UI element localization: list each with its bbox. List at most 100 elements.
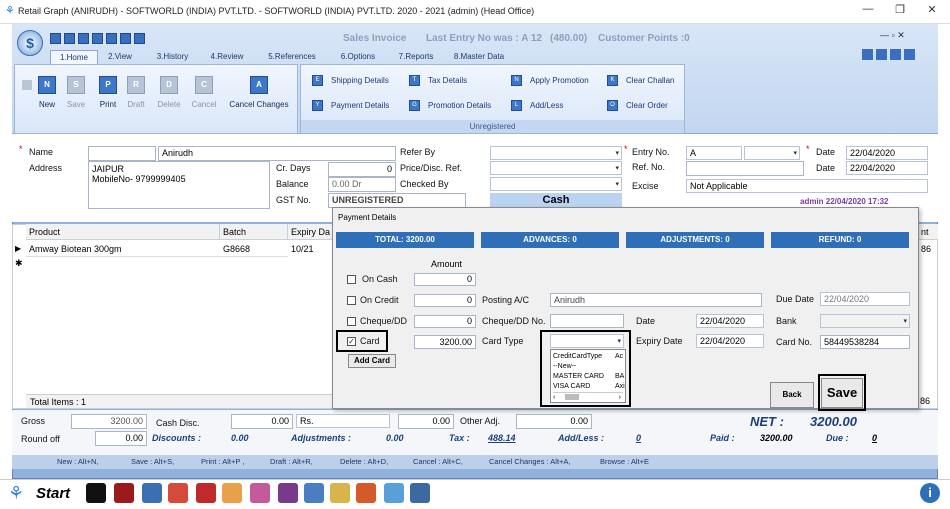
taskbar-app-icon[interactable] xyxy=(168,483,188,503)
address-field[interactable]: JAIPUR MobileNo- 9799999405 xyxy=(88,161,270,209)
tax-details-link[interactable]: T Tax Details xyxy=(409,75,489,87)
bank-select[interactable]: ▾ xyxy=(820,314,910,328)
name-code-field[interactable] xyxy=(88,146,156,161)
expiry-date-field[interactable]: 22/04/2020 xyxy=(696,334,764,348)
cash-disc-field[interactable]: 0.00 xyxy=(231,414,293,429)
cell-amount[interactable]: 86 xyxy=(918,242,936,256)
start-button[interactable]: ⚘ Start xyxy=(6,481,80,507)
adjustments-tab[interactable]: ADJUSTMENTS: 0 xyxy=(626,232,764,248)
dialog-save-button[interactable]: Save xyxy=(821,378,863,408)
checked-by-select[interactable]: ▾ xyxy=(490,177,622,191)
save-icon[interactable] xyxy=(890,49,901,60)
add-less-link[interactable]: L Add/Less xyxy=(511,100,581,112)
tab-home[interactable]: 1.Home xyxy=(50,50,98,64)
scroll-thumb[interactable] xyxy=(565,394,579,400)
print-button[interactable]: P Print xyxy=(96,76,120,109)
quick-access-button[interactable] xyxy=(78,33,89,44)
tab-references[interactable]: 5.References xyxy=(262,50,322,64)
tab-review[interactable]: 4.Review xyxy=(205,50,249,64)
add-less-value-link[interactable]: 0 xyxy=(636,433,641,443)
quick-access-button[interactable] xyxy=(120,33,131,44)
card-amount[interactable]: 3200.00 xyxy=(414,335,476,349)
cr-days-field[interactable]: 0 xyxy=(328,162,396,177)
refer-by-select[interactable]: ▾ xyxy=(490,146,622,160)
due-date-field[interactable]: 22/04/2020 xyxy=(820,292,910,306)
restore-button[interactable]: ❐ xyxy=(890,3,910,19)
col-expiry-header[interactable]: Expiry Da xyxy=(288,224,336,240)
minimize-button[interactable]: — xyxy=(858,3,878,19)
cash-disc-amount-field[interactable]: 0.00 xyxy=(398,414,454,429)
other-adj-field[interactable]: 0.00 xyxy=(516,414,592,429)
posting-ac-field[interactable]: Anirudh xyxy=(550,293,762,307)
cell-expiry[interactable]: 10/21 xyxy=(288,242,332,256)
taskbar-app-icon[interactable] xyxy=(410,483,430,503)
add-card-button[interactable]: Add Card xyxy=(348,354,396,368)
taskbar-app-icon[interactable] xyxy=(196,483,216,503)
shipping-details-link[interactable]: E Shipping Details xyxy=(312,75,402,87)
cancel-button[interactable]: C Cancel xyxy=(188,76,220,109)
taskbar-app-icon[interactable] xyxy=(356,483,376,503)
clear-challan-link[interactable]: K Clear Challan xyxy=(607,75,683,87)
tab-options[interactable]: 6.Options xyxy=(335,50,381,64)
price-disc-select[interactable]: ▾ xyxy=(490,161,622,175)
ref-date-field[interactable]: 22/04/2020 xyxy=(846,161,928,175)
card-type-option[interactable]: MASTER CARD BA xyxy=(553,372,624,382)
settings-icon[interactable] xyxy=(876,49,887,60)
advances-tab[interactable]: ADVANCES: 0 xyxy=(481,232,619,248)
on-cash-checkbox[interactable] xyxy=(347,275,356,284)
cheque-checkbox[interactable] xyxy=(347,317,356,326)
quick-access-button[interactable] xyxy=(64,33,75,44)
due-value-link[interactable]: 0 xyxy=(872,433,877,443)
ref-no-field[interactable] xyxy=(686,161,804,176)
excise-select[interactable]: Not Applicable xyxy=(686,179,928,193)
tab-history[interactable]: 3.History xyxy=(150,50,195,64)
card-type-option[interactable]: VISA CARD Axi xyxy=(553,382,625,392)
card-no-field[interactable]: 58449538284 xyxy=(820,335,910,349)
cheque-date-field[interactable]: 22/04/2020 xyxy=(696,314,764,328)
cheque-no-field[interactable] xyxy=(550,314,624,328)
card-checkbox[interactable]: ✓ xyxy=(347,337,356,346)
cheque-amount[interactable]: 0 xyxy=(414,315,476,328)
promotion-details-link[interactable]: G Promotion Details xyxy=(409,100,499,112)
cash-mode-badge[interactable]: Cash xyxy=(490,193,622,207)
tax-value-link[interactable]: 488.14 xyxy=(488,433,516,443)
tab-view[interactable]: 2.View xyxy=(102,50,138,64)
new-button[interactable]: N New xyxy=(36,76,58,109)
refund-tab[interactable]: REFUND: 0 xyxy=(771,232,909,248)
cancel-changes-button[interactable]: A Cancel Changes xyxy=(226,76,292,109)
taskbar-app-icon[interactable] xyxy=(114,483,134,503)
card-type-option[interactable]: CreditCardType Ac xyxy=(553,352,623,362)
on-cash-amount[interactable]: 0 xyxy=(414,273,476,286)
taskbar-app-icon[interactable] xyxy=(330,483,350,503)
card-type-select[interactable]: ▾ xyxy=(550,334,624,348)
quick-access-button[interactable] xyxy=(134,33,145,44)
round-off-field[interactable]: 0.00 xyxy=(95,431,147,446)
clear-order-link[interactable]: O Clear Order xyxy=(607,100,677,112)
total-tab[interactable]: TOTAL: 3200.00 xyxy=(336,232,474,248)
invoice-date-field[interactable]: 22/04/2020 xyxy=(846,146,928,160)
calendar-icon[interactable] xyxy=(904,49,915,60)
apply-promotion-link[interactable]: N Apply Promotion xyxy=(511,75,601,87)
taskbar-app-icon[interactable] xyxy=(222,483,242,503)
help-icon[interactable] xyxy=(862,49,873,60)
save-button[interactable]: S Save xyxy=(64,76,88,109)
taskbar-app-icon[interactable] xyxy=(142,483,162,503)
cash-disc-unit-select[interactable]: Rs. xyxy=(296,414,390,428)
taskbar-app-icon[interactable] xyxy=(278,483,298,503)
quick-access-button[interactable] xyxy=(106,33,117,44)
cell-product[interactable]: Amway Biotean 300gm xyxy=(26,242,220,257)
close-button[interactable]: ✕ xyxy=(922,3,942,19)
taskbar-app-icon[interactable] xyxy=(250,483,270,503)
col-batch-header[interactable]: Batch xyxy=(220,224,288,240)
tab-master-data[interactable]: 8.Master Data xyxy=(446,50,512,64)
col-amount-header[interactable]: nt xyxy=(918,224,938,240)
name-field[interactable]: Anirudh xyxy=(158,146,396,161)
taskbar-app-icon[interactable] xyxy=(304,483,324,503)
info-icon[interactable]: i xyxy=(920,483,940,503)
quick-access-button[interactable] xyxy=(50,33,61,44)
horizontal-scrollbar[interactable]: ‹ › xyxy=(553,392,623,401)
on-credit-amount[interactable]: 0 xyxy=(414,294,476,307)
on-credit-checkbox[interactable] xyxy=(347,296,356,305)
tab-reports[interactable]: 7.Reports xyxy=(393,50,439,64)
quick-access-button[interactable] xyxy=(92,33,103,44)
